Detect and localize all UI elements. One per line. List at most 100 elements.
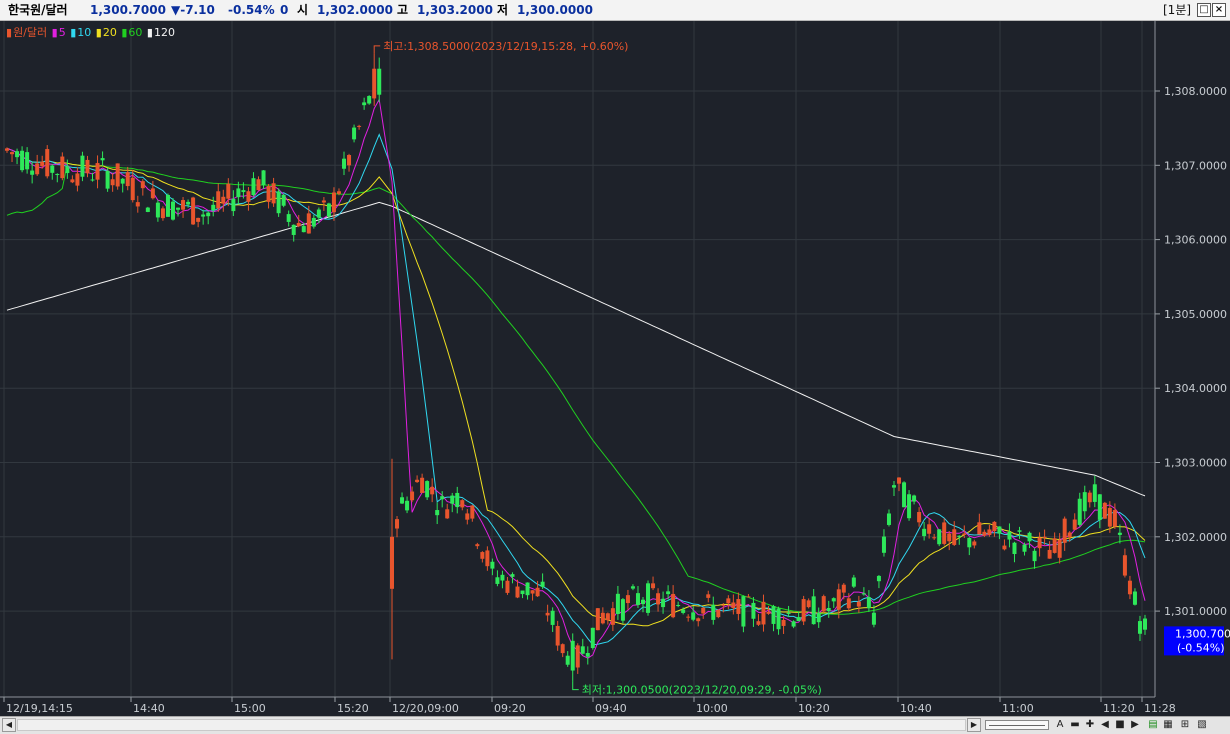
y-tick-label: 1,304.0000 (1164, 382, 1227, 395)
candle-body (286, 214, 291, 222)
candle-body (540, 581, 545, 587)
candle-body (691, 612, 696, 620)
candle-body (1132, 591, 1137, 605)
candle-body (1087, 492, 1092, 503)
layout-icon[interactable]: ⊞ (1178, 718, 1192, 732)
zoom-in-icon[interactable]: ✚ (1083, 718, 1097, 732)
candle-body (796, 617, 801, 622)
candle-body (347, 155, 352, 166)
candle-body (490, 561, 495, 569)
candle-body (676, 605, 681, 607)
candle-body (510, 574, 515, 577)
candle-body (1137, 621, 1142, 634)
candle-body (726, 598, 731, 604)
candle-body (876, 575, 881, 582)
candle-body (741, 596, 746, 627)
candle-body (1097, 494, 1102, 520)
candle-body (535, 587, 540, 597)
candle-body (932, 537, 937, 539)
candle-body (811, 596, 816, 625)
candle-body (400, 497, 405, 504)
candle-body (450, 495, 455, 504)
y-tick-label: 1,305.0000 (1164, 308, 1227, 321)
candle-body (301, 226, 306, 233)
candle-body (191, 197, 196, 225)
bottom-toolbar: ◀ ▶ A ▬ ✚ ◀ ■ ▶ ▤ ▦ ⊞ ▧ (0, 716, 1230, 734)
candle-body (362, 102, 367, 106)
candle-body (211, 204, 216, 211)
candle-body (861, 593, 866, 595)
candle-body (791, 621, 796, 627)
candle-body (886, 513, 891, 525)
candle-body (45, 149, 50, 177)
candle-body (927, 524, 932, 534)
candle-body (671, 593, 676, 618)
candle-body (846, 598, 851, 609)
candle-body (525, 582, 530, 596)
candle-body (35, 163, 40, 175)
candle-body (170, 201, 175, 220)
price-chart[interactable]: 1,308.0000 1,307.0000 1,306.0000 1,305.0000… (0, 0, 1230, 734)
candle-body (716, 609, 721, 618)
candle-body (395, 519, 400, 529)
candle-body (5, 148, 9, 151)
candle-body (766, 611, 771, 614)
candle-body (336, 191, 341, 194)
settings-icon[interactable]: ▧ (1195, 718, 1209, 732)
candle-body (485, 550, 490, 567)
candle-body (60, 156, 65, 179)
candle-body (120, 178, 125, 184)
zoom-out-icon[interactable]: ▬ (1068, 718, 1082, 732)
excel-icon[interactable]: ▤ (1146, 718, 1160, 732)
candle-body (80, 155, 85, 177)
candle-body (85, 159, 90, 174)
scroll-left-button[interactable]: ◀ (2, 718, 16, 732)
candle-body (1082, 492, 1087, 512)
candle-body (1072, 519, 1077, 530)
candle-body (1117, 532, 1122, 535)
candle-body (291, 224, 296, 235)
candle-body (625, 595, 630, 604)
candle-body (372, 68, 377, 99)
candle-body (1112, 510, 1117, 527)
candle-body (1042, 536, 1047, 538)
candle-body (415, 479, 420, 483)
candle-body (1002, 545, 1007, 550)
candle-body (615, 593, 620, 614)
candle-body (405, 500, 410, 511)
save-icon[interactable]: ▦ (1161, 718, 1175, 732)
prev-icon[interactable]: ◀ (1098, 718, 1112, 732)
candle-body (352, 127, 357, 140)
candle-body (241, 190, 246, 193)
candle-body (311, 217, 316, 227)
candle-body (430, 486, 435, 495)
candle-body (781, 619, 786, 626)
stop-icon[interactable]: ■ (1113, 718, 1127, 732)
scroll-right-button[interactable]: ▶ (967, 718, 981, 732)
candle-body (40, 161, 45, 167)
candle-body (20, 150, 25, 171)
candle-body (711, 604, 716, 620)
high-annotation: 최고:1,308.5000(2023/12/19,15:28, +0.60%) (383, 40, 628, 53)
candle-body (246, 191, 251, 202)
candle-body (646, 583, 651, 613)
chart-window: 한국원/달러 1,300.7000 ▼-7.10 -0.54% 0 시 1,30… (0, 0, 1230, 734)
candle-body (296, 222, 301, 227)
candle-body (1037, 537, 1042, 549)
candle-body (221, 196, 226, 204)
candle-body (630, 586, 635, 589)
next-icon[interactable]: ▶ (1128, 718, 1142, 732)
candle-body (135, 202, 140, 207)
candle-body (425, 481, 430, 498)
zoom-slider[interactable] (985, 720, 1049, 730)
x-tick-label: 09:40 (595, 702, 627, 715)
candle-body (367, 95, 372, 104)
candle-body (575, 645, 580, 668)
horizontal-scrollbar[interactable] (17, 719, 966, 731)
candle-body (831, 598, 836, 602)
candle-body (681, 609, 686, 613)
x-tick-label: 09:20 (494, 702, 526, 715)
candle-body (656, 593, 661, 605)
text-tool-icon[interactable]: A (1053, 718, 1067, 732)
candle-body (856, 601, 861, 607)
